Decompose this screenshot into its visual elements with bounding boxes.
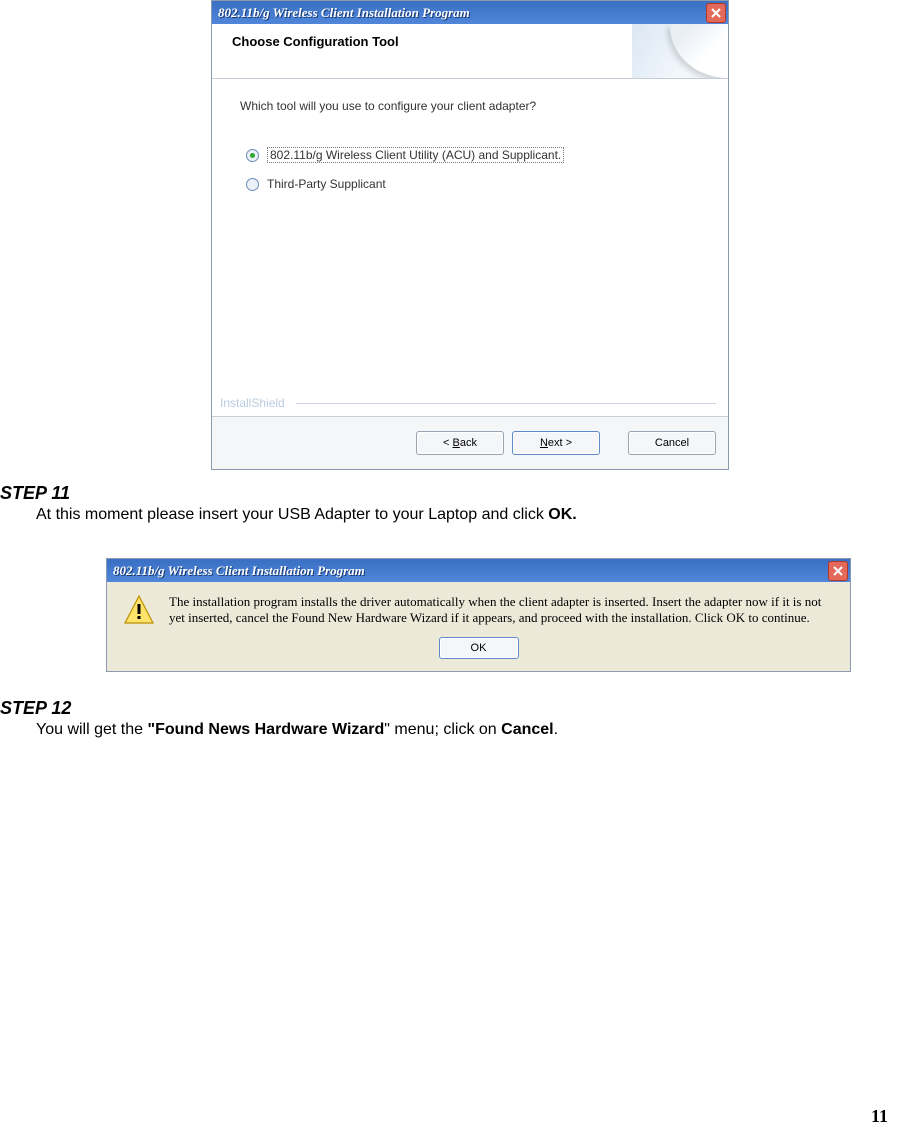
installshield-label: InstallShield [220,396,716,410]
dialog1-banner-title: Choose Configuration Tool [232,34,399,49]
warning-icon [123,594,155,626]
dialog1-titlebar: 802.11b/g Wireless Client Installation P… [212,1,728,24]
dialog1-button-row: < Back Next > Cancel [212,416,728,469]
radio-option-thirdparty[interactable]: Third-Party Supplicant [246,177,700,191]
step11-text: At this moment please insert your USB Ad… [36,506,856,524]
next-button[interactable]: Next > [512,431,600,455]
close-icon[interactable] [706,3,726,23]
divider-line [296,403,716,404]
dialog-insert-adapter: 802.11b/g Wireless Client Installation P… [106,558,851,672]
dialog2-titlebar: 802.11b/g Wireless Client Installation P… [107,559,850,582]
page-curl-decoration [632,24,728,78]
step12-text-bold: "Found News Hardware Wizard [147,721,384,738]
step12-text: You will get the "Found News Hardware Wi… [36,721,856,739]
dialog-choose-config-tool: 802.11b/g Wireless Client Installation P… [211,0,729,470]
radio-option-acu-label: 802.11b/g Wireless Client Utility (ACU) … [267,147,564,163]
step12-heading: STEP 12 [0,698,71,719]
cancel-button-label: Cancel [655,437,689,449]
ok-button[interactable]: OK [439,637,519,659]
radio-selected-icon [246,149,259,162]
dialog1-title: 802.11b/g Wireless Client Installation P… [218,5,706,21]
step12-text-before: You will get the [36,721,147,738]
dialog2-button-row: OK [107,631,850,671]
installshield-text: InstallShield [220,396,285,410]
dialog2-title: 802.11b/g Wireless Client Installation P… [113,563,828,579]
step12-text-mid: " menu; click on [384,721,501,738]
step12-text-bold2: Cancel [501,721,553,738]
step11-heading: STEP 11 [0,483,70,504]
dialog1-banner: Choose Configuration Tool [212,24,728,79]
radio-option-thirdparty-label: Third-Party Supplicant [267,177,386,191]
ok-button-label: OK [471,642,487,654]
back-button[interactable]: < Back [416,431,504,455]
cancel-button[interactable]: Cancel [628,431,716,455]
step11-text-bold: OK. [548,506,576,523]
step11-text-before: At this moment please insert your USB Ad… [36,506,548,523]
dialog1-question: Which tool will you use to configure you… [240,99,700,113]
dialog1-body: Which tool will you use to configure you… [212,79,728,416]
dialog2-body: The installation program installs the dr… [107,582,850,631]
radio-unselected-icon [246,178,259,191]
dialog2-message: The installation program installs the dr… [169,594,834,627]
page-number: 11 [871,1106,888,1127]
step12-text-after: . [554,721,558,738]
close-icon[interactable] [828,561,848,581]
radio-option-acu[interactable]: 802.11b/g Wireless Client Utility (ACU) … [246,147,700,163]
